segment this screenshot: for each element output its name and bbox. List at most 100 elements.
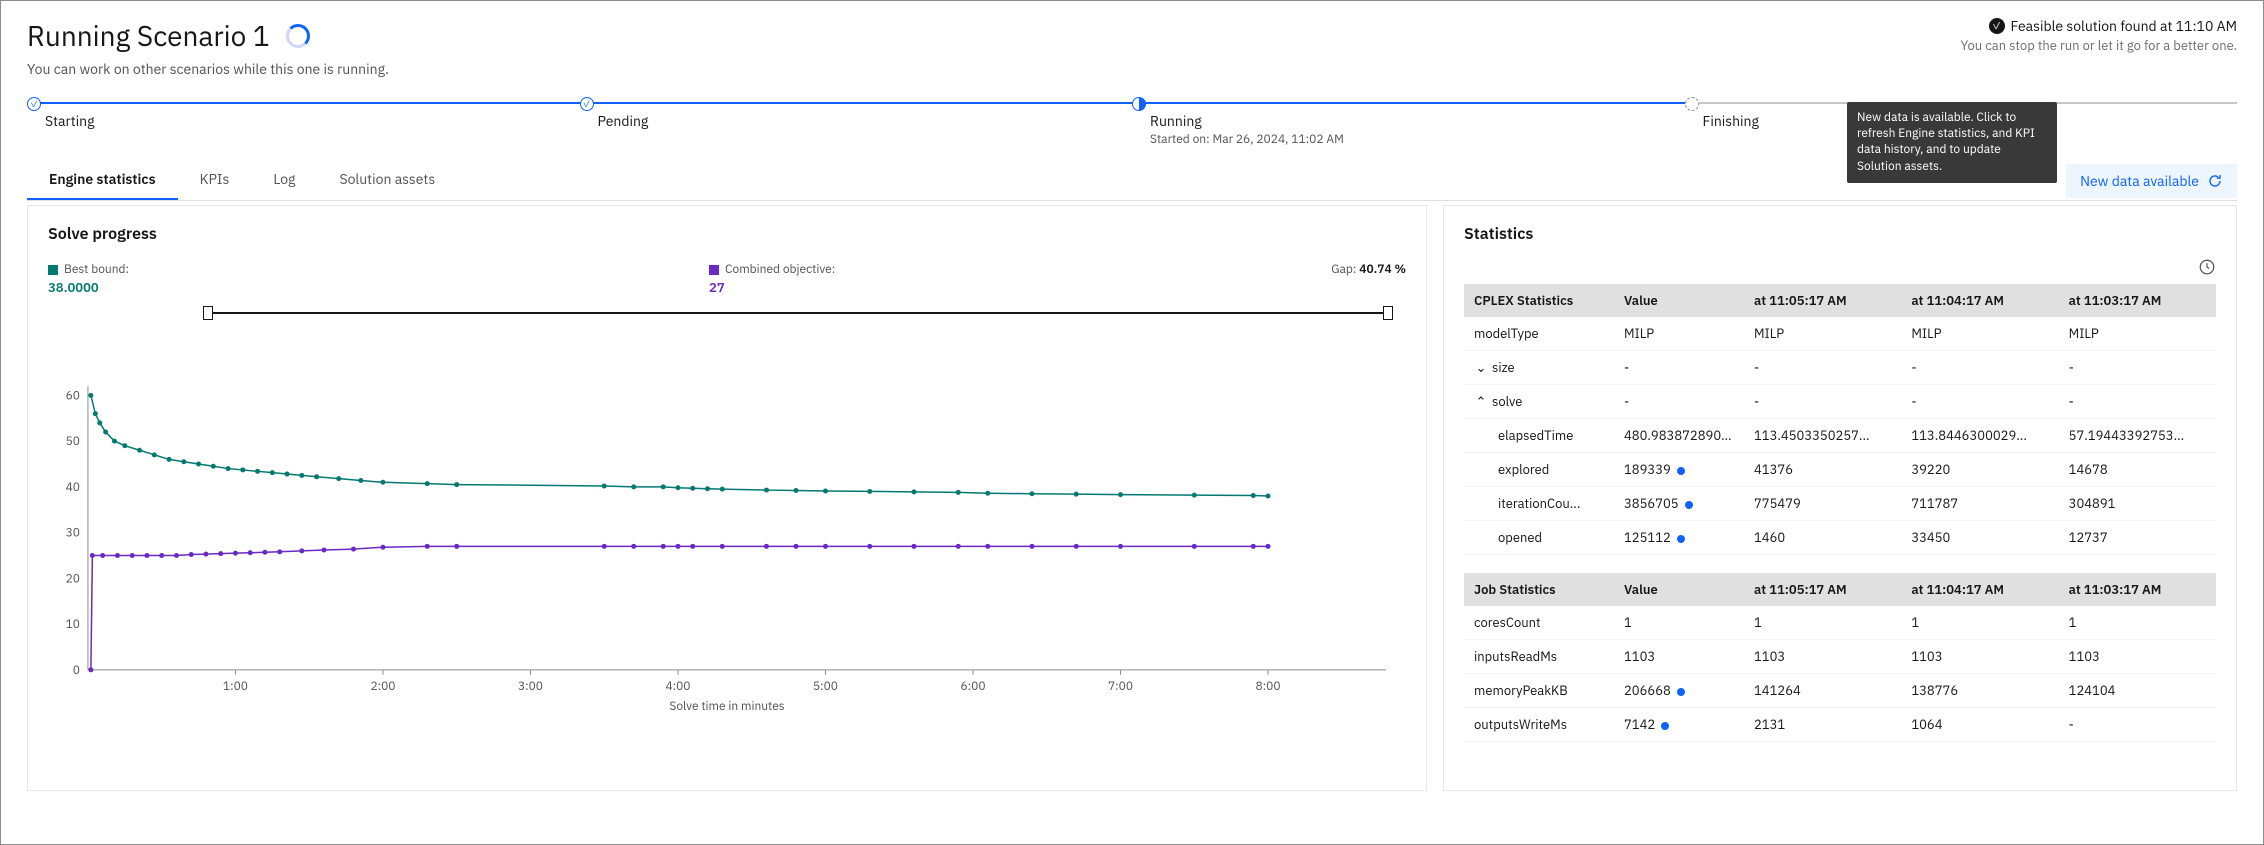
svg-text:40: 40 [66,480,80,495]
stat-history-value: 711787 [1901,487,2058,521]
stat-history-value: - [2059,385,2216,419]
col-time-header: at 11:04:17 AM [1901,573,2058,606]
history-icon[interactable] [2198,258,2216,276]
stat-history-value: MILP [1744,317,1901,351]
stat-history-value: 57.19443392753... [2059,419,2216,453]
stat-value: 125112 [1614,521,1744,555]
page-title: Running Scenario 1 [27,17,270,54]
table-row: outputsWriteMs714221311064- [1464,708,2216,742]
svg-text:Solve time in minutes: Solve time in minutes [669,699,784,714]
stat-history-value: 141264 [1744,674,1901,708]
stat-history-value: 14678 [2059,453,2216,487]
table-row: iterationCou...3856705775479711787304891 [1464,487,2216,521]
table-row: coresCount1111 [1464,606,2216,640]
stat-history-value: - [2059,351,2216,385]
stat-value: 7142 [1614,708,1744,742]
stat-history-value: 1 [2059,606,2216,640]
spark-icon [1677,688,1685,696]
stat-value: MILP [1614,317,1744,351]
legend-swatch-best-bound [48,265,58,275]
stat-value: 480.983872890472 [1614,419,1744,453]
stat-history-value: 12737 [2059,521,2216,555]
chevron-down-icon[interactable]: ⌄ [1474,359,1488,376]
svg-text:60: 60 [66,388,80,403]
legend-swatch-combined [709,265,719,275]
statistics-panel: Statistics CPLEX Statistics Valueat 11:0… [1443,205,2237,791]
refresh-label: New data available [2080,172,2199,190]
table-row: memoryPeakKB206668141264138776124104 [1464,674,2216,708]
stat-history-value: 41376 [1744,453,1901,487]
svg-text:0: 0 [73,663,80,678]
col-time-header: at 11:03:17 AM [2059,284,2216,317]
col-value-header: Value [1614,573,1744,606]
col-name-header: Job Statistics [1464,573,1614,606]
stat-value: 3856705 [1614,487,1744,521]
svg-text:5:00: 5:00 [813,679,838,694]
stat-value: 189339 [1614,453,1744,487]
col-value-header: Value [1614,284,1744,317]
stat-history-value: - [1901,351,2058,385]
table-row: opened12511214603345012737 [1464,521,2216,555]
svg-text:1:00: 1:00 [223,679,248,694]
tab-solution-assets[interactable]: Solution assets [317,160,457,200]
stat-history-value: 138776 [1901,674,2058,708]
stat-history-value: - [1901,385,2058,419]
svg-text:10: 10 [66,617,80,632]
refresh-icon [2207,173,2223,189]
legend-combined-label: Combined objective: [725,262,835,277]
tab-kpis[interactable]: KPIs [178,160,252,200]
stat-name: inputsReadMs [1464,640,1614,674]
stat-history-value: MILP [1901,317,2058,351]
svg-text:50: 50 [66,434,80,449]
stat-history-value: - [1744,385,1901,419]
status-text: Feasible solution found at 11:10 AM [2011,17,2237,35]
stat-value: 1 [1614,606,1744,640]
stat-name: coresCount [1464,606,1614,640]
stat-history-value: 1 [1901,606,2058,640]
table-row: inputsReadMs1103110311031103 [1464,640,2216,674]
legend-best-bound-label: Best bound: [64,262,129,277]
stat-history-value: 113.4503350257... [1744,419,1901,453]
col-time-header: at 11:04:17 AM [1901,284,2058,317]
spark-icon [1685,501,1693,509]
page-subtitle: You can work on other scenarios while th… [27,60,389,78]
step-active-icon [1132,97,1146,111]
chevron-up-icon[interactable]: ⌃ [1474,393,1488,410]
table-row: ⌄size---- [1464,351,2216,385]
stats-table: Job Statistics Valueat 11:05:17 AMat 11:… [1464,573,2216,742]
col-time-header: at 11:05:17 AM [1744,284,1901,317]
stat-history-value: 39220 [1901,453,2058,487]
spark-icon [1661,722,1669,730]
stat-value: - [1614,385,1744,419]
stat-name: ⌃solve [1464,385,1614,419]
svg-text:2:00: 2:00 [370,679,395,694]
step-done-icon [27,97,41,111]
check-circle-icon [1989,18,2005,34]
col-time-header: at 11:03:17 AM [2059,573,2216,606]
svg-text:7:00: 7:00 [1108,679,1133,694]
status-subtext: You can stop the run or let it go for a … [1960,37,2237,54]
tab-engine-statistics[interactable]: Engine statistics [27,160,178,200]
step-sublabel: Started on: Mar 26, 2024, 11:02 AM [1132,132,1685,147]
refresh-tooltip: New data is available. Click to refresh … [1847,102,2057,183]
stat-history-value: 1 [1744,606,1901,640]
table-row: modelTypeMILPMILPMILPMILP [1464,317,2216,351]
svg-text:4:00: 4:00 [665,679,690,694]
stat-history-value: MILP [2059,317,2216,351]
stats-table: CPLEX Statistics Valueat 11:05:17 AMat 1… [1464,284,2216,555]
stat-history-value: 113.8446300029... [1901,419,2058,453]
stat-history-value: 1103 [1901,640,2058,674]
time-range-slider[interactable] [208,306,1388,320]
stat-name: explored [1464,453,1614,487]
tab-log[interactable]: Log [251,160,317,200]
table-row: ⌃solve---- [1464,385,2216,419]
stat-name: memoryPeakKB [1464,674,1614,708]
solve-progress-chart: 01020304050601:002:003:004:005:006:007:0… [48,320,1406,772]
stat-history-value: 1103 [1744,640,1901,674]
stat-value: 1103 [1614,640,1744,674]
step-label: Starting [27,112,580,130]
svg-text:8:00: 8:00 [1255,679,1280,694]
stat-name: iterationCou... [1464,487,1614,521]
stat-name: outputsWriteMs [1464,708,1614,742]
refresh-button[interactable]: New data available [2066,164,2237,198]
